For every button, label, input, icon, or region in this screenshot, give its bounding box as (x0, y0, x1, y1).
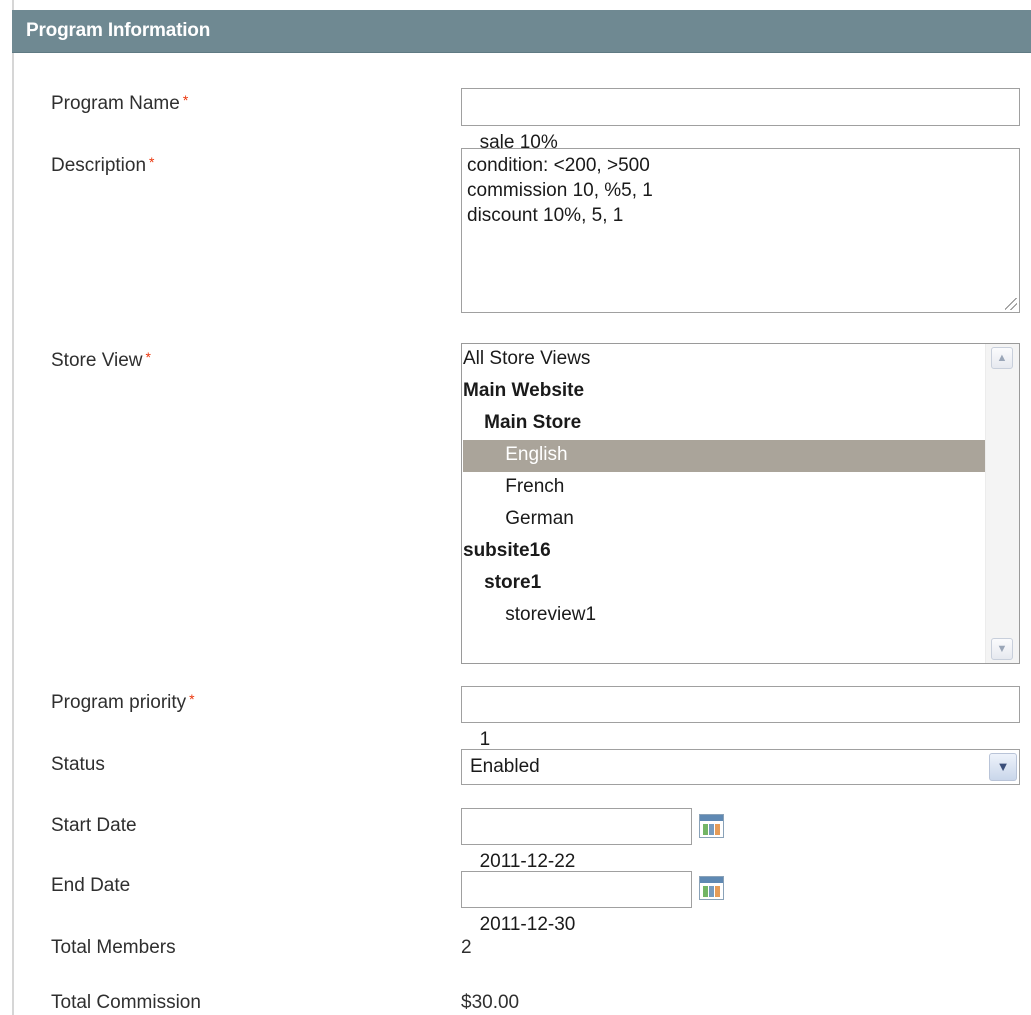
listbox-scrollbar[interactable]: ▲ ▼ (985, 344, 1019, 663)
chevron-down-icon[interactable]: ▼ (989, 753, 1017, 781)
total-members-value: 2 (461, 937, 472, 958)
store-view-option[interactable]: All Store Views (463, 344, 987, 376)
calendar-icon-header (700, 877, 723, 883)
end-date-value: 2011-12-30 (479, 914, 576, 935)
description-line: commission 10, %5, 1 (467, 180, 653, 201)
start-date-value: 2011-12-22 (479, 851, 576, 872)
store-view-label-text: Store View (51, 350, 143, 371)
scroll-up-arrow-icon[interactable]: ▲ (991, 347, 1013, 369)
description-line: discount 10%, 5, 1 (467, 205, 624, 226)
store-view-option[interactable]: subsite16 (463, 536, 987, 568)
end-date-label-text: End Date (51, 875, 131, 896)
program-name-input[interactable]: sale 10% (461, 88, 1020, 153)
program-priority-label: Program priority * (51, 691, 195, 714)
required-asterisk: * (182, 92, 189, 108)
section-header: Program Information (12, 10, 1031, 53)
status-select[interactable]: Enabled ▼ (461, 749, 1020, 785)
program-name-label-text: Program Name (51, 93, 180, 114)
store-view-option[interactable]: Main Store (463, 408, 987, 440)
total-members-label-text: Total Members (51, 937, 176, 958)
status-selected-value: Enabled (470, 756, 540, 777)
program-name-label: Program Name * (51, 92, 189, 115)
description-label-text: Description (51, 155, 147, 176)
calendar-icon[interactable] (699, 876, 724, 900)
store-view-option[interactable]: French (463, 472, 987, 504)
description-line: condition: <200, >500 (467, 155, 650, 176)
program-priority-label-text: Program priority (51, 692, 187, 713)
start-date-input[interactable]: 2011-12-22 (461, 808, 692, 872)
panel-left-border (12, 0, 14, 1015)
required-asterisk: * (189, 691, 195, 707)
required-asterisk: * (145, 349, 151, 365)
total-commission-value: $30.00 (461, 992, 520, 1013)
store-view-option[interactable]: Main Website (463, 376, 987, 408)
required-asterisk: * (149, 154, 155, 170)
total-commission-label-text: Total Commission (51, 992, 201, 1013)
end-date-input[interactable]: 2011-12-30 (461, 871, 692, 935)
calendar-icon[interactable] (699, 814, 724, 838)
store-view-option[interactable]: storeview1 (463, 600, 987, 632)
store-view-option[interactable]: store1 (463, 568, 987, 600)
resize-grip-icon[interactable] (1005, 298, 1017, 310)
description-label: Description * (51, 154, 155, 177)
store-view-multiselect[interactable]: All Store Views Main Website Main Store … (461, 343, 1020, 664)
status-label: Status (51, 754, 105, 776)
total-members-label: Total Members (51, 937, 176, 959)
status-label-text: Status (51, 754, 105, 775)
calendar-icon-grid (703, 886, 720, 897)
program-priority-value: 1 (479, 729, 491, 750)
total-commission-label: Total Commission (51, 992, 201, 1014)
end-date-label: End Date (51, 875, 130, 897)
description-textarea[interactable]: condition: <200, >500 commission 10, %5,… (461, 148, 1020, 313)
program-priority-input[interactable]: 1 (461, 686, 1020, 750)
start-date-label: Start Date (51, 815, 137, 837)
calendar-icon-header (700, 815, 723, 821)
calendar-icon-grid (703, 824, 720, 835)
store-view-label: Store View * (51, 349, 151, 372)
section-title: Program Information (26, 20, 211, 41)
store-view-option[interactable]: German (463, 504, 987, 536)
scroll-down-arrow-icon[interactable]: ▼ (991, 638, 1013, 660)
start-date-label-text: Start Date (51, 815, 137, 836)
store-view-option-selected[interactable]: English (463, 440, 987, 472)
